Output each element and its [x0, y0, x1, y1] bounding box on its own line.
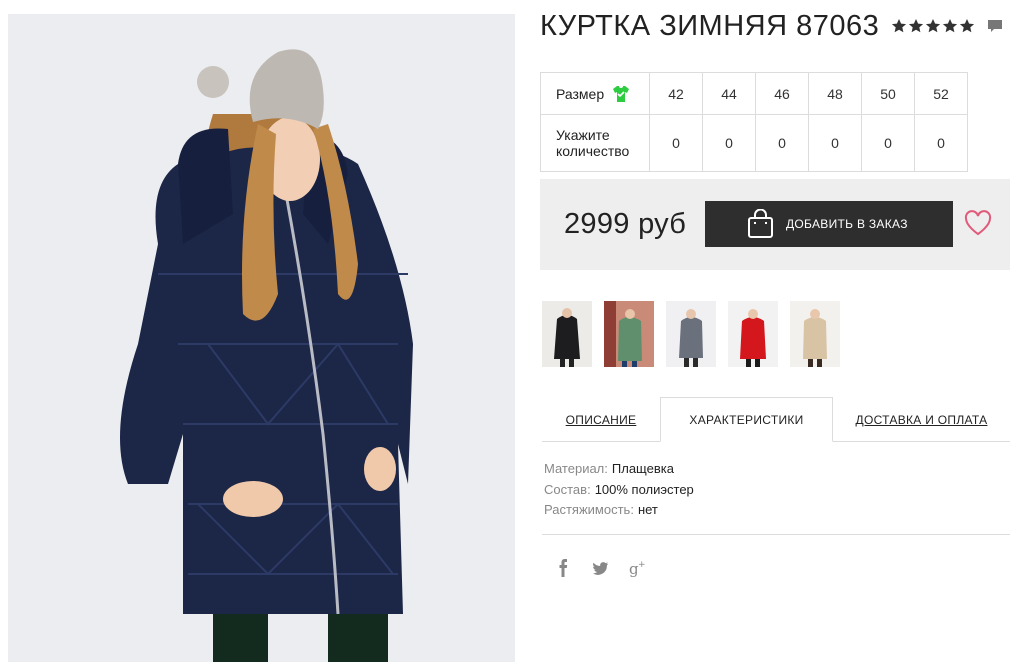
size-header-cell: Размер	[540, 72, 650, 115]
characteristic-row: Состав: 100% полиэстер	[544, 480, 694, 501]
size-cell: 46	[755, 72, 809, 115]
facebook-icon[interactable]	[555, 558, 572, 578]
divider	[542, 534, 1010, 535]
social-share: g +	[555, 558, 646, 578]
characteristic-value: нет	[637, 502, 658, 517]
size-quantity-table: Размер 42 44 46 48 50 52 Укажите количес…	[540, 72, 968, 172]
quantity-input[interactable]: 0	[914, 114, 968, 172]
product-info-panel: КУРТКА ЗИМНЯЯ 87063 Размер 42 44 46 48 5…	[540, 0, 1010, 662]
shopping-bag-icon	[748, 209, 773, 238]
thumbnail-gallery	[542, 301, 840, 367]
size-cell: 42	[649, 72, 703, 115]
quantity-input[interactable]: 0	[861, 114, 915, 172]
characteristic-row: Материал: Плащевка	[544, 459, 694, 480]
size-label: Размер	[556, 85, 605, 102]
thumbnail-black-jacket[interactable]	[542, 301, 592, 367]
twitter-icon[interactable]	[592, 558, 609, 578]
star-icon	[892, 19, 907, 33]
characteristic-row: Растяжимость: нет	[544, 500, 694, 521]
characteristics-list: Материал: Плащевка Состав: 100% полиэстер …	[544, 459, 694, 521]
star-icon	[926, 19, 941, 33]
star-icon	[909, 19, 924, 33]
svg-text:+: +	[638, 560, 646, 570]
add-to-order-label: ДОБАВИТЬ В ЗАКАЗ	[786, 217, 908, 231]
characteristic-key: Материал:	[544, 461, 608, 476]
star-icon	[943, 19, 958, 33]
tab-delivery-payment[interactable]: ДОСТАВКА И ОПЛАТА	[833, 397, 1010, 442]
add-to-order-button[interactable]: ДОБАВИТЬ В ЗАКАЗ	[705, 201, 953, 247]
tab-characteristics[interactable]: ХАРАКТЕРИСТИКИ	[660, 397, 833, 442]
price-box: 2999 руб ДОБАВИТЬ В ЗАКАЗ	[540, 179, 1010, 270]
characteristic-value: Плащевка	[611, 461, 674, 476]
thumbnail-green-jacket[interactable]	[604, 301, 654, 367]
size-row: Размер 42 44 46 48 50 52	[540, 72, 968, 115]
quantity-input[interactable]: 0	[808, 114, 862, 172]
product-tabs: ОПИСАНИЕ ХАРАКТЕРИСТИКИ ДОСТАВКА И ОПЛАТ…	[542, 397, 1010, 442]
characteristic-key: Растяжимость:	[544, 502, 634, 517]
size-cell: 48	[808, 72, 862, 115]
tab-label: ХАРАКТЕРИСТИКИ	[689, 412, 804, 427]
size-cell: 52	[914, 72, 968, 115]
tab-label: ДОСТАВКА И ОПЛАТА	[855, 412, 988, 427]
heart-icon[interactable]	[964, 210, 992, 236]
thumbnail-grey-jacket[interactable]	[666, 301, 716, 367]
quantity-input[interactable]: 0	[755, 114, 809, 172]
quantity-label: Укажите количество	[540, 114, 650, 172]
title-row: КУРТКА ЗИМНЯЯ 87063	[540, 8, 1003, 44]
thumbnail-red-jacket[interactable]	[728, 301, 778, 367]
quantity-input[interactable]: 0	[649, 114, 703, 172]
star-icon	[960, 19, 975, 33]
thumbnail-beige-jacket[interactable]	[790, 301, 840, 367]
google-plus-icon[interactable]: g +	[629, 558, 646, 578]
tab-description[interactable]: ОПИСАНИЕ	[542, 397, 660, 442]
product-main-photo[interactable]	[8, 14, 515, 662]
tab-label: ОПИСАНИЕ	[565, 412, 637, 427]
product-title: КУРТКА ЗИМНЯЯ 87063	[540, 9, 880, 42]
size-chart-icon[interactable]	[612, 85, 630, 103]
price: 2999 руб	[564, 208, 687, 240]
size-cell: 50	[861, 72, 915, 115]
comment-icon[interactable]	[987, 18, 1003, 34]
rating-stars[interactable]	[891, 18, 975, 34]
characteristic-key: Состав:	[544, 481, 591, 497]
quantity-input[interactable]: 0	[702, 114, 756, 172]
size-cell: 44	[702, 72, 756, 115]
quantity-row: Укажите количество 0 0 0 0 0 0	[540, 114, 968, 172]
characteristic-value: 100% полиэстер	[594, 481, 694, 497]
